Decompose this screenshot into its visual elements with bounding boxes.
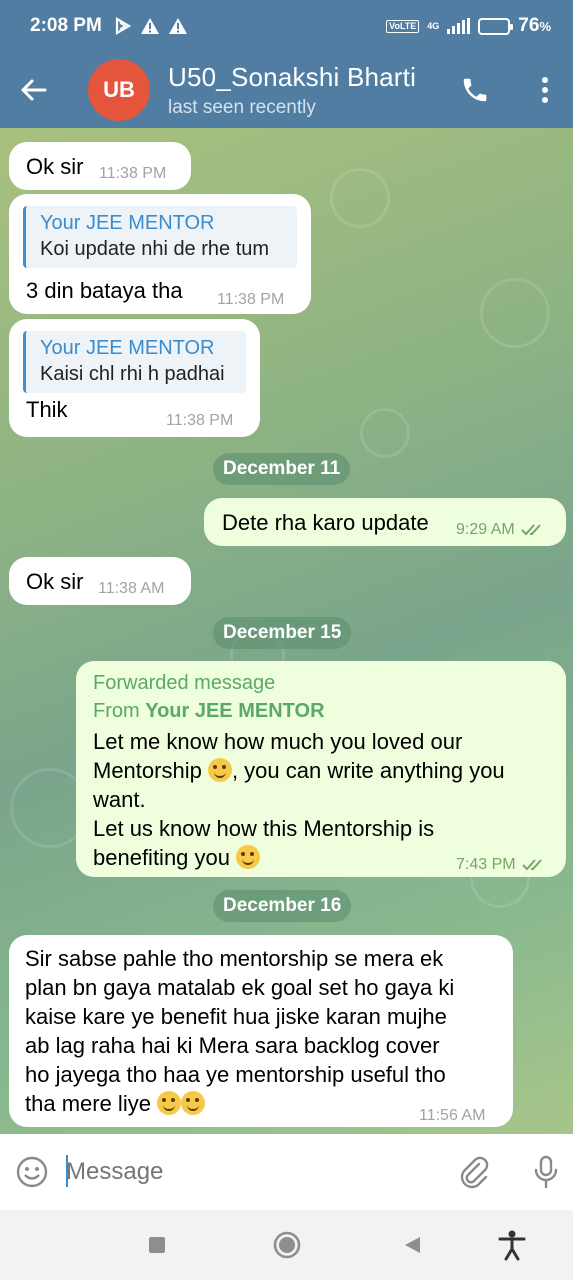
volte-icon: VoLTE	[386, 19, 420, 33]
date-separator: December 16	[213, 890, 352, 922]
double-check-icon	[520, 523, 541, 535]
message-text: Thik	[26, 397, 68, 422]
chat-title: U50_Sonakshi Bharti	[168, 61, 417, 92]
emoji-button[interactable]	[12, 1152, 52, 1192]
forwarded-from[interactable]: From Your JEE MENTOR	[93, 697, 550, 725]
message-forwarded[interactable]: Forwarded message From Your JEE MENTOR L…	[76, 661, 566, 877]
forwarded-label: Forwarded message	[93, 672, 276, 694]
arrow-left-icon	[21, 79, 47, 101]
system-nav-bar	[0, 1210, 573, 1280]
reply-quote[interactable]: Your JEE MENTOR Koi update nhi de rhe tu…	[23, 206, 297, 268]
message-text: Ok sir	[26, 154, 84, 179]
reply-author: Your JEE MENTOR	[40, 337, 215, 359]
message-incoming[interactable]: Ok sir 11:38 AM	[9, 557, 191, 605]
reply-author: Your JEE MENTOR	[40, 212, 215, 234]
message-time: 11:38 PM	[166, 412, 234, 429]
status-right: VoLTE 4G 76%	[386, 15, 551, 37]
date-separator: December 15	[213, 617, 352, 649]
signal-icon	[447, 18, 471, 34]
accessibility-button[interactable]	[494, 1227, 530, 1263]
message-time: 11:38 PM	[217, 291, 285, 308]
message-incoming[interactable]: Ok sir 11:38 PM	[9, 142, 191, 190]
smile-emoji-icon	[236, 845, 261, 869]
warning-icon	[140, 18, 159, 34]
attach-button[interactable]	[454, 1152, 494, 1192]
microphone-icon	[534, 1155, 558, 1189]
message-time-status: 9:29 AM	[456, 515, 545, 544]
message-incoming[interactable]: Sir sabse pahle tho mentorship se mera e…	[9, 935, 513, 1127]
avatar[interactable]: UB	[88, 59, 150, 121]
accessibility-icon	[498, 1230, 526, 1261]
double-check-icon	[521, 858, 542, 870]
play-protect-icon	[115, 17, 131, 35]
recents-button[interactable]	[139, 1227, 175, 1263]
status-bar: 2:08 PM VoLTE 4G 76%	[0, 0, 573, 52]
chat-title-block[interactable]: U50_Sonakshi Bharti last seen recently	[168, 62, 416, 119]
square-icon	[149, 1237, 165, 1253]
more-options-button[interactable]	[530, 70, 560, 110]
home-button[interactable]	[269, 1227, 305, 1263]
more-vertical-icon	[542, 77, 548, 103]
message-incoming-reply[interactable]: Your JEE MENTOR Koi update nhi de rhe tu…	[9, 194, 311, 314]
notification-icons	[114, 17, 188, 35]
battery-level: 76%	[518, 15, 551, 36]
back-button[interactable]	[0, 52, 66, 128]
message-outgoing[interactable]: Dete rha karo update 9:29 AM	[204, 498, 566, 546]
message-time: 11:38 PM	[99, 165, 167, 182]
reply-quote[interactable]: Your JEE MENTOR Kaisi chl rhi h padhai	[23, 331, 246, 393]
message-input[interactable]	[66, 1154, 436, 1190]
paperclip-icon	[460, 1156, 489, 1189]
message-text: Sir sabse pahle tho mentorship se mera e…	[25, 946, 455, 1116]
smiley-icon	[16, 1156, 48, 1188]
phone-icon	[463, 78, 487, 102]
reply-text: Koi update nhi de rhe tum	[40, 238, 270, 260]
message-input-bar	[0, 1134, 573, 1210]
date-separator: December 11	[213, 453, 351, 485]
last-seen-status: last seen recently	[168, 96, 316, 118]
message-time: 11:38 AM	[98, 580, 165, 597]
message-incoming-reply[interactable]: Your JEE MENTOR Kaisi chl rhi h padhai T…	[9, 319, 260, 437]
voice-record-button[interactable]	[526, 1152, 566, 1192]
status-time: 2:08 PM	[30, 15, 102, 36]
reply-text: Kaisi chl rhi h padhai	[40, 363, 225, 385]
smile-emoji-icon	[157, 1091, 182, 1115]
triangle-back-icon	[405, 1237, 420, 1253]
smile-emoji-icon	[181, 1091, 206, 1115]
call-button[interactable]	[455, 70, 495, 110]
smile-emoji-icon	[207, 758, 232, 782]
message-time-status: 7:43 PM	[456, 850, 546, 879]
battery-icon	[478, 17, 514, 35]
chat-header: UB U50_Sonakshi Bharti last seen recentl…	[0, 52, 573, 128]
chat-area[interactable]: Ok sir 11:38 PM Your JEE MENTOR Koi upda…	[0, 128, 573, 1134]
warning-icon	[168, 18, 187, 34]
message-text: Ok sir	[26, 569, 84, 594]
home-circle-icon	[273, 1231, 301, 1259]
back-nav-button[interactable]	[394, 1227, 430, 1263]
network-type: 4G	[427, 21, 440, 31]
message-text: 3 din bataya tha	[26, 278, 183, 303]
message-text: Dete rha karo update	[222, 510, 429, 535]
message-time: 11:56 AM	[419, 1107, 486, 1124]
